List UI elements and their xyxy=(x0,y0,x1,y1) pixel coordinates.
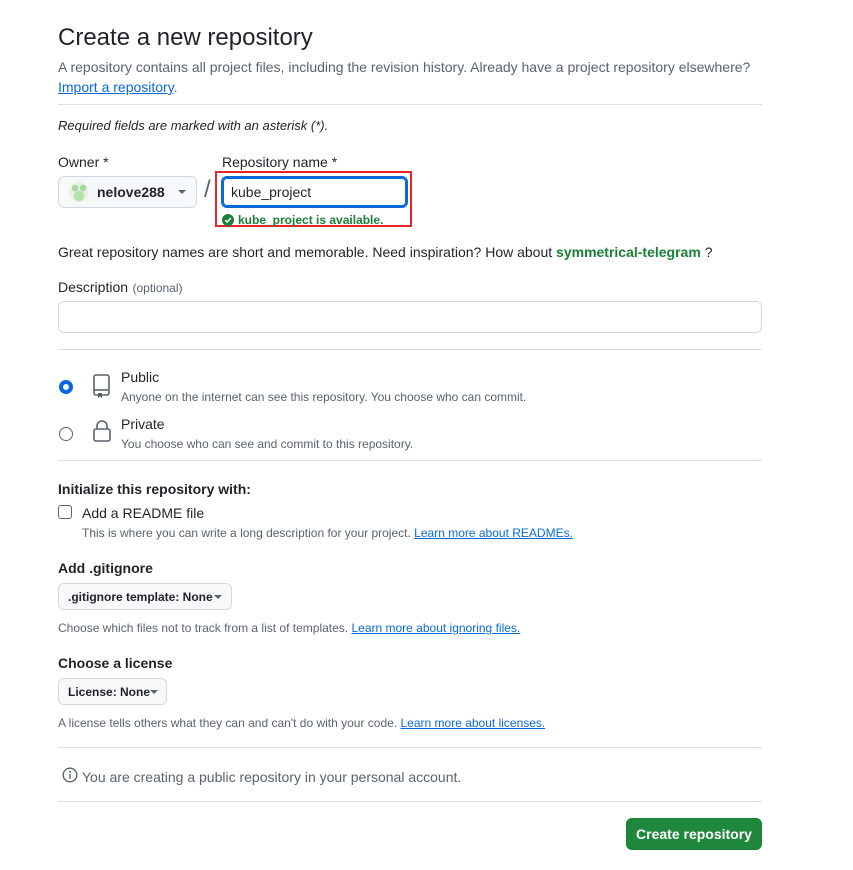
public-description: Anyone on the internet can see this repo… xyxy=(121,390,527,404)
readme-description: This is where you can write a long descr… xyxy=(82,526,411,540)
availability-text: kube_project is available. xyxy=(238,213,384,227)
readme-checkbox[interactable] xyxy=(58,505,72,519)
divider xyxy=(58,801,762,802)
optional-tag: (optional) xyxy=(132,281,183,295)
chevron-down-icon xyxy=(150,689,159,694)
name-suggestion: Great repository names are short and mem… xyxy=(58,244,712,260)
owner-dropdown[interactable]: nelove288 xyxy=(58,176,197,208)
description-label-text: Description xyxy=(58,279,129,295)
avatar xyxy=(69,182,89,202)
import-repository-link[interactable]: Import a repository xyxy=(58,79,174,95)
license-help: A license tells others what they can and… xyxy=(58,716,545,730)
availability-message: kube_project is available. xyxy=(222,213,383,227)
gitignore-button-label: .gitignore template: None xyxy=(68,589,213,604)
readme-label: Add a README file xyxy=(82,505,205,521)
owner-label: Owner * xyxy=(58,154,109,170)
license-description: A license tells others what they can and… xyxy=(58,716,398,730)
gitignore-template-dropdown[interactable]: .gitignore template: None xyxy=(58,583,232,610)
license-heading: Choose a license xyxy=(58,655,173,671)
private-radio[interactable] xyxy=(59,427,73,441)
suggestion-suffix: ? xyxy=(704,244,713,260)
chevron-down-icon xyxy=(214,594,222,599)
public-title: Public xyxy=(121,369,160,385)
check-circle-icon xyxy=(222,214,234,226)
license-button-label: License: None xyxy=(68,684,151,699)
repo-name-label: Repository name * xyxy=(222,154,338,170)
notice-text: You are creating a public repository in … xyxy=(82,768,462,785)
lock-icon xyxy=(92,419,112,448)
repo-icon xyxy=(92,373,112,404)
private-description: You choose who can see and commit to thi… xyxy=(121,437,414,451)
readme-learn-more-link[interactable]: Learn more about READMEs. xyxy=(414,526,573,540)
import-suffix: . xyxy=(173,79,178,95)
gitignore-heading: Add .gitignore xyxy=(58,560,153,576)
suggestion-text: Great repository names are short and mem… xyxy=(58,244,553,260)
info-icon xyxy=(62,767,78,786)
license-learn-more-link[interactable]: Learn more about licenses. xyxy=(401,716,546,730)
gitignore-help: Choose which files not to track from a l… xyxy=(58,621,520,635)
import-line: Import a repository. xyxy=(58,79,178,95)
repo-name-input[interactable] xyxy=(221,176,408,208)
divider xyxy=(58,349,762,350)
owner-name: nelove288 xyxy=(97,184,165,200)
init-heading: Initialize this repository with: xyxy=(58,481,251,497)
page-title: Create a new repository xyxy=(58,24,313,51)
description-label: Description (optional) xyxy=(58,279,183,297)
public-notice: You are creating a public repository in … xyxy=(62,767,461,786)
divider xyxy=(58,104,762,105)
required-note: Required fields are marked with an aster… xyxy=(58,118,329,133)
gitignore-description: Choose which files not to track from a l… xyxy=(58,621,349,635)
divider xyxy=(58,460,762,461)
gitignore-learn-more-link[interactable]: Learn more about ignoring files. xyxy=(351,621,520,635)
license-dropdown[interactable]: License: None xyxy=(58,678,167,705)
description-input[interactable] xyxy=(58,301,762,333)
page-description: A repository contains all project files,… xyxy=(58,59,751,75)
divider xyxy=(58,747,762,748)
public-radio[interactable] xyxy=(59,380,73,394)
private-title: Private xyxy=(121,416,165,432)
suggested-name-link[interactable]: symmetrical-telegram xyxy=(556,244,701,260)
chevron-down-icon xyxy=(178,190,186,194)
create-repository-button[interactable]: Create repository xyxy=(626,818,762,850)
readme-help: This is where you can write a long descr… xyxy=(82,526,573,540)
path-separator: / xyxy=(204,176,211,203)
